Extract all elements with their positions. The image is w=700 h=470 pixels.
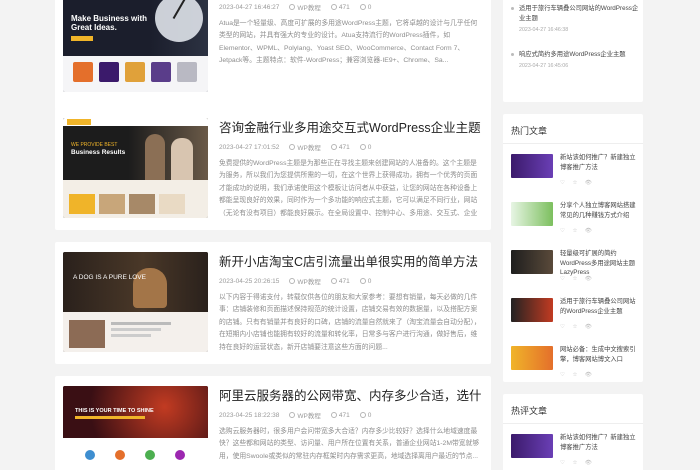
post-views: 471 <box>338 277 350 285</box>
post-thumbnail[interactable]: THIS IS YOUR TIME TO SHINE <box>63 386 208 470</box>
post-excerpt: Atua是一个轻量级、高度可扩展的多用途WordPress主题，它将卓越的设计与… <box>219 20 478 65</box>
widget-title: 热评文章 <box>503 394 643 424</box>
post-date: 2023-04-27 17:01:52 <box>219 143 280 151</box>
post-title[interactable]: 阿里云服务器的公网带宽、内存多少合适，选什么地域 <box>219 388 481 404</box>
post-thumbnail[interactable]: Make Business with Great Ideas. <box>63 0 208 92</box>
category-icon <box>289 4 296 10</box>
sidebar-item-title[interactable]: 适用于旅行车辆叠公司网站的WordPress企业主题 <box>519 5 638 22</box>
thumb-caption: A DOG IS A PURE LOVE <box>73 274 146 281</box>
eye-icon <box>330 144 337 150</box>
sidebar-item-stats: ♡ ☆ 👁 <box>560 180 595 186</box>
post-views: 471 <box>338 3 350 11</box>
thumb-caption: THIS IS YOUR TIME TO SHINE <box>75 408 154 414</box>
sidebar-latest-item[interactable]: 响应式简约多用途WordPress企业主题 2023-04-27 16:45:0… <box>503 50 643 72</box>
sidebar-item-title[interactable]: 轻量级可扩展的简约WordPress多用途网站主题LazyPress <box>560 249 639 278</box>
post-views: 471 <box>338 143 350 151</box>
eye-icon <box>330 4 337 10</box>
comment-icon <box>359 4 366 10</box>
post-comments: 0 <box>367 143 372 151</box>
post-date: 2023-04-25 18:22:38 <box>219 411 280 419</box>
sidebar-item-date: 2023-04-27 16:45:06 <box>519 63 569 69</box>
sidebar-item-title[interactable]: 网站必备：生成中文搜索引擎，博客网站博文入口 <box>560 345 639 364</box>
comment-icon <box>359 412 366 418</box>
sidebar-item-title[interactable]: 新站该如何推广？新建独立博客推广方法 <box>560 153 639 172</box>
post-comments: 0 <box>367 277 372 285</box>
category-icon <box>289 144 296 150</box>
sidebar-item-stats: ♡ ☆ 👁 <box>560 372 595 378</box>
post-excerpt: 以下内容于得诺支付，转载仅供各位的朋友和大家参考：要想有销量，每天必做的几件事：… <box>219 294 481 351</box>
comment-icon <box>359 144 366 150</box>
sidebar-thumbnail[interactable] <box>511 154 553 178</box>
widget-title: 热门文章 <box>503 114 643 144</box>
category-icon <box>289 278 296 284</box>
post-excerpt: 免费提供的WordPress主题是为那些正在寻找主题来创建网站的人准备的。这个主… <box>219 160 478 217</box>
sidebar-hot-item[interactable]: 适用于旅行车辆叠公司网站的WordPress企业主题 ♡ ☆ 👁 <box>503 294 643 342</box>
post-card: Make Business with Great Ideas. 2023-04-… <box>55 0 491 110</box>
sidebar-hot-item[interactable]: 新站该如何推广？新建独立博客推广方法 ♡ ☆ 👁 <box>503 150 643 198</box>
post-date: 2023-04-27 16:46:27 <box>219 3 280 11</box>
sidebar-thumbnail[interactable] <box>511 346 553 370</box>
sidebar-thumbnail[interactable] <box>511 250 553 274</box>
post-comments: 0 <box>367 411 372 419</box>
sidebar-item-title[interactable]: 响应式简约多用途WordPress企业主题 <box>519 51 626 58</box>
post-title[interactable]: 新开小店淘宝C店引流量出单很实用的简单方法 <box>219 254 481 270</box>
post-card: THIS IS YOUR TIME TO SHINE 阿里云服务器的公网带宽、内… <box>55 376 491 470</box>
post-meta: 2023-04-27 16:46:27 WP教程 471 0 <box>219 2 481 13</box>
sidebar-item-title[interactable]: 适用于旅行车辆叠公司网站的WordPress企业主题 <box>560 297 639 316</box>
comment-icon <box>359 278 366 284</box>
sidebar-item-title[interactable]: 分享个人独立博客网站搭建常见的几种赚钱方式介绍 <box>560 201 639 220</box>
sidebar-thumbnail[interactable] <box>511 434 553 458</box>
sidebar-latest-widget: 适用于旅行车辆叠公司网站的WordPress企业主题 2023-04-27 16… <box>503 0 643 102</box>
bullet-icon <box>511 7 514 10</box>
sidebar-comments-item[interactable]: 新站该如何推广？新建独立博客推广方法 ♡ ☆ 👁 <box>503 430 643 470</box>
post-card: WE PROVIDE BEST Business Results 咨询金融行业多… <box>55 108 491 230</box>
post-meta: 2023-04-25 18:22:38 WP教程 471 0 <box>219 410 481 421</box>
post-date: 2023-04-25 20:26:15 <box>219 277 280 285</box>
sidebar-hot-item[interactable]: 分享个人独立博客网站搭建常见的几种赚钱方式介绍 ♡ ☆ 👁 <box>503 198 643 246</box>
sidebar-hot-widget: 热门文章 新站该如何推广？新建独立博客推广方法 ♡ ☆ 👁 分享个人独立博客网站… <box>503 114 643 382</box>
category-icon <box>289 412 296 418</box>
bullet-icon <box>511 52 514 56</box>
sidebar-item-stats: ♡ ☆ 👁 <box>560 324 595 330</box>
post-comments: 0 <box>367 3 372 11</box>
sidebar-item-date: 2023-04-27 16:46:38 <box>519 27 569 33</box>
eye-icon <box>330 278 337 284</box>
post-category[interactable]: WP教程 <box>297 410 320 420</box>
sidebar-thumbnail[interactable] <box>511 202 553 226</box>
sidebar-thumbnail[interactable] <box>511 298 553 322</box>
post-meta: 2023-04-25 20:26:15 WP教程 471 0 <box>219 276 481 287</box>
eye-icon <box>330 412 337 418</box>
thumb-caption: Business Results <box>71 149 126 156</box>
sidebar-item-stats: ♡ ☆ 👁 <box>560 276 595 282</box>
post-category[interactable]: WP教程 <box>297 2 320 12</box>
post-meta: 2023-04-27 17:01:52 WP教程 471 0 <box>219 142 481 153</box>
sidebar-item-stats: ♡ ☆ 👁 <box>560 460 595 466</box>
post-title[interactable]: 咨询金融行业多用途交互式WordPress企业主题 <box>219 120 481 136</box>
sidebar-item-title[interactable]: 新站该如何推广？新建独立博客推广方法 <box>560 433 639 452</box>
sidebar-hot-item[interactable]: 轻量级可扩展的简约WordPress多用途网站主题LazyPress ♡ ☆ 👁 <box>503 246 643 294</box>
sidebar-latest-item[interactable]: 适用于旅行车辆叠公司网站的WordPress企业主题 2023-04-27 16… <box>503 4 643 36</box>
post-card: A DOG IS A PURE LOVE 新开小店淘宝C店引流量出单很实用的简单… <box>55 242 491 364</box>
sidebar-hot-item[interactable]: 网站必备：生成中文搜索引擎，博客网站博文入口 ♡ ☆ 👁 <box>503 342 643 390</box>
post-excerpt: 选购云服务器时，很多用户会问带宽多大合适？内存多少比较好？选择什么地域速度最快？… <box>219 428 480 460</box>
post-category[interactable]: WP教程 <box>297 276 320 286</box>
post-thumbnail[interactable]: WE PROVIDE BEST Business Results <box>63 118 208 218</box>
thumb-caption: Make Business with Great Ideas. <box>71 14 148 32</box>
post-views: 471 <box>338 411 350 419</box>
sidebar-comments-widget: 热评文章 新站该如何推广？新建独立博客推广方法 ♡ ☆ 👁 <box>503 394 643 470</box>
sidebar-item-stats: ♡ ☆ 👁 <box>560 228 595 234</box>
post-thumbnail[interactable]: A DOG IS A PURE LOVE <box>63 252 208 352</box>
post-category[interactable]: WP教程 <box>297 142 320 152</box>
